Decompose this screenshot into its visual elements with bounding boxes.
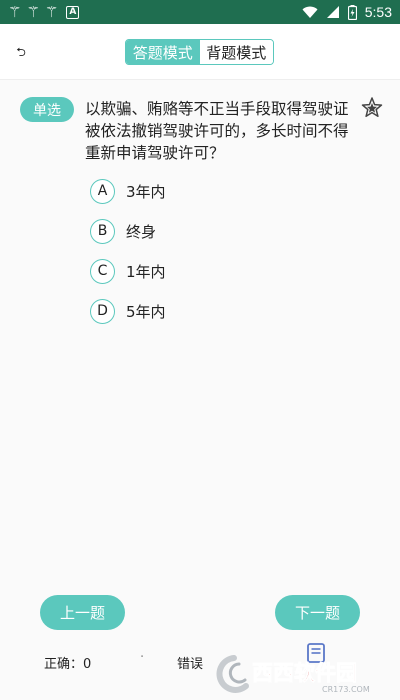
correct-count: 正确：0 [44,657,92,672]
mode-switch: 答题模式 背题模式 [125,39,274,65]
answer-options: A 3年内 B 终身 C 1年内 D 5年内 [90,178,166,338]
signal-icon [326,6,339,18]
star-icon[interactable] [360,96,384,120]
option-letter: B [90,218,115,244]
watermark-text: 西西软件园 [252,661,357,685]
wrong-count: 错误 [177,657,204,672]
option-label: 5年内 [126,302,166,321]
option-label: 1年内 [126,262,166,281]
separator-dot: · [140,650,145,665]
back-icon: ⮌ [16,44,26,59]
watermark-subtext: CR173.COM [322,685,370,694]
clock: 5:53 [364,4,392,20]
tab-answer-mode[interactable]: 答题模式 [126,40,200,64]
tab-review-mode[interactable]: 背题模式 [199,40,273,64]
battery-icon [347,4,357,20]
status-bar: ⚚ ⚚ ⚚ A 5:53 [0,0,400,24]
question-text: 以欺骗、贿赂等不正当手段取得驾驶证被依法撤销驾驶许可的，多长时间不得重新申请驾驶… [85,100,349,162]
question-type-badge: 单选 [20,97,74,122]
option-letter: C [90,258,115,284]
bug-icon: ⚚ [26,2,40,21]
notification-icons: ⚚ ⚚ ⚚ A [8,2,80,21]
option-letter: D [90,298,115,324]
option-c[interactable]: C 1年内 [90,258,166,284]
option-b[interactable]: B 终身 [90,218,166,244]
option-a[interactable]: A 3年内 [90,178,166,204]
next-question-button[interactable]: 下一题 [275,595,360,630]
option-label: 终身 [126,222,157,241]
prev-question-button[interactable]: 上一题 [40,595,125,630]
option-label: 3年内 [126,182,166,201]
font-a-icon: A [66,5,80,19]
wifi-icon [302,6,318,18]
bug-icon: ⚚ [8,2,22,21]
option-d[interactable]: D 5年内 [90,298,166,324]
option-letter: A [90,178,115,204]
back-button[interactable]: ⮌ [10,42,32,64]
watermark-logo: 西西软件园 CR173.COM [216,655,370,694]
bug-icon: ⚚ [44,2,59,21]
top-bar: ⮌ 答题模式 背题模式 [0,24,400,80]
